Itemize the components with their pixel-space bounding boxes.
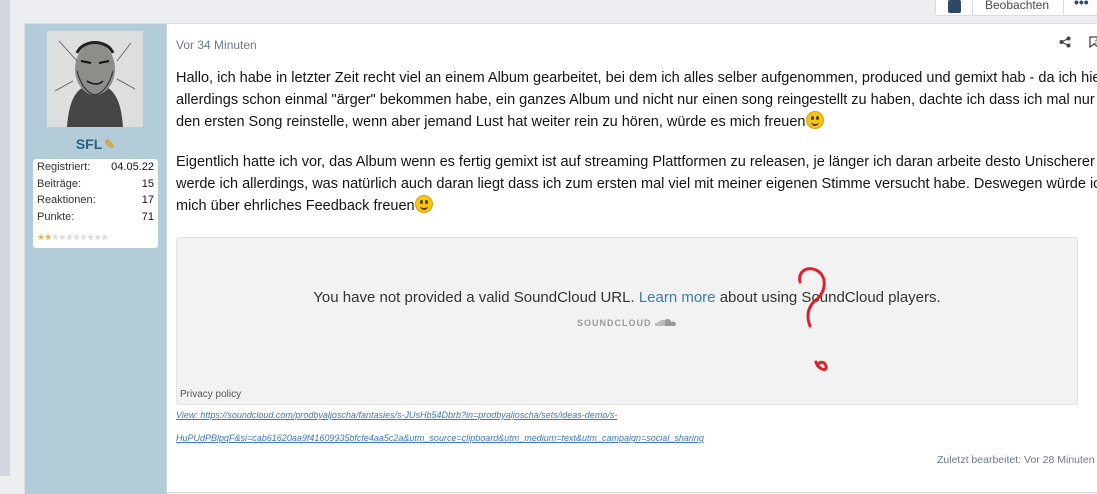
stat-label: Registriert: [37, 161, 91, 173]
last-edited-note: Zuletzt bearbeitet: Vor 28 Minuten [937, 454, 1095, 466]
stat-value: 04.05.22 [111, 161, 154, 173]
post-timestamp[interactable]: Vor 34 Minuten [176, 38, 257, 52]
share-icon[interactable] [1059, 36, 1071, 51]
avatar[interactable] [47, 31, 143, 127]
user-stats: Registriert: 04.05.22 Beiträge: 15 Reakt… [33, 159, 158, 248]
star-icon: ★ [93, 232, 102, 242]
smiley-icon [805, 111, 824, 129]
stat-row: Registriert: 04.05.22 [33, 159, 158, 176]
checkbox-icon [948, 0, 961, 13]
soundcloud-logo: SOUNDCLOUD [177, 318, 1077, 328]
post-content: Hallo, ich habe in letzter Zeit recht vi… [176, 67, 1097, 235]
embed-error-message: You have not provided a valid SoundCloud… [313, 289, 941, 306]
star-icon: ★ [100, 232, 109, 242]
username[interactable]: SFL ✎ [25, 136, 166, 153]
user-info-panel: SFL ✎ Registriert: 04.05.22 Beiträge: 15 … [25, 24, 167, 494]
post-actions [1059, 36, 1097, 51]
question-mark-annotation [798, 267, 828, 371]
stat-label: Reaktionen: [37, 194, 96, 206]
stat-value: 71 [141, 210, 154, 223]
post-paragraph: Eigentlich hatte ich vor, das Album wenn… [176, 154, 1097, 214]
post-paragraph: Hallo, ich habe in letzter Zeit recht vi… [176, 70, 1097, 130]
smiley-icon [414, 195, 433, 213]
watch-button[interactable]: Beobachten [972, 0, 1068, 16]
rating-stars: ★★★★★★★★★★ [37, 232, 109, 243]
privacy-policy-link[interactable]: Privacy policy [180, 389, 241, 400]
left-edge-strip [0, 0, 10, 476]
star-icon: ★ [79, 232, 87, 242]
stat-label: Beiträge: [37, 177, 82, 190]
pencil-icon: ✎ [104, 137, 116, 152]
stat-row: Reaktionen: 17 [33, 192, 158, 209]
stat-value: 17 [141, 194, 154, 206]
learn-more-link[interactable]: Learn more [639, 289, 716, 306]
stat-value: 15 [141, 177, 154, 190]
soundcloud-link[interactable]: HuPUdPBlpqF&si=cab61620aa9f41609935bfcfe… [176, 433, 704, 443]
more-menu-button[interactable]: ••• [1063, 0, 1097, 16]
stat-label: Punkte: [37, 210, 75, 223]
select-checkbox-button[interactable] [935, 0, 973, 16]
star-icon: ★ [86, 232, 95, 242]
stat-row: Beiträge: 15 [33, 176, 158, 193]
soundcloud-link[interactable]: View: https://soundcloud.com/prodbyaljos… [176, 410, 617, 420]
soundcloud-cloud-icon [655, 318, 676, 326]
stat-row: Punkte: 71 [33, 209, 158, 226]
forum-post: SFL ✎ Registriert: 04.05.22 Beiträge: 15 … [24, 23, 1097, 494]
soundcloud-embed: You have not provided a valid SoundCloud… [176, 237, 1078, 405]
